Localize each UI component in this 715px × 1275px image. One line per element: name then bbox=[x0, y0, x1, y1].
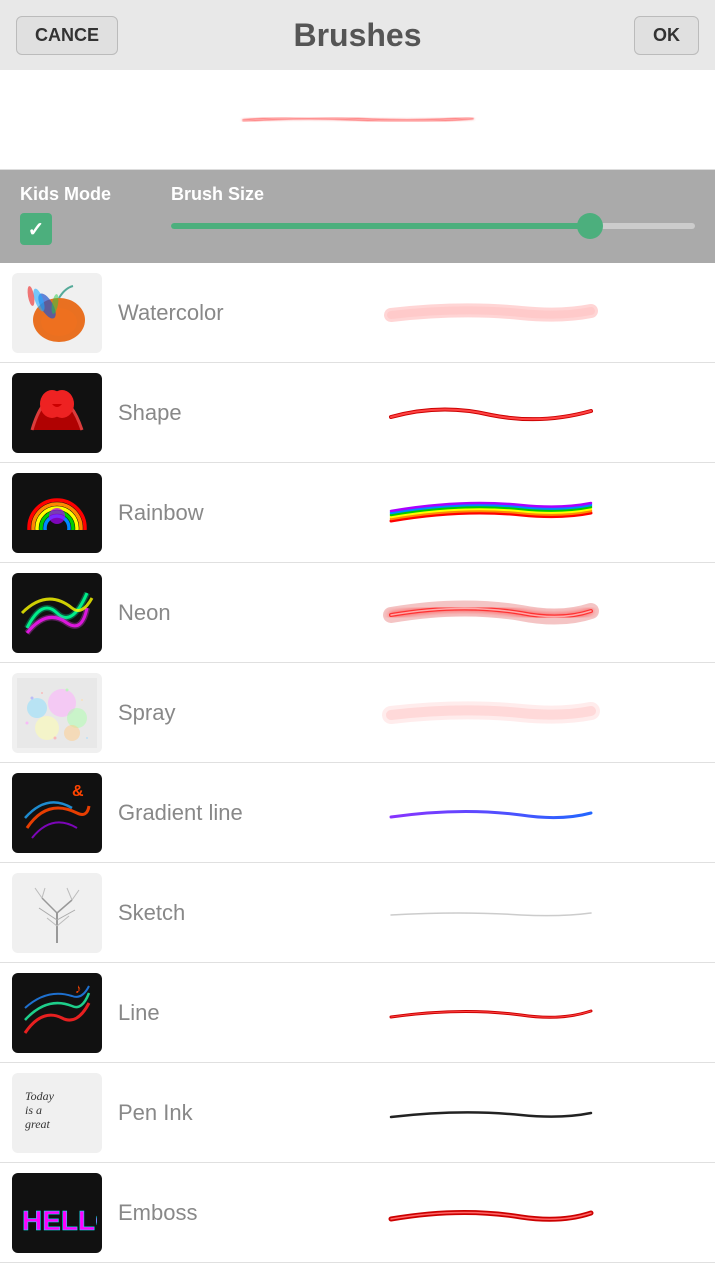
brush-name-emboss: Emboss bbox=[118, 1200, 278, 1226]
brush-name-neon: Neon bbox=[118, 600, 278, 626]
brush-item-shape[interactable]: Shape bbox=[0, 363, 715, 463]
kids-mode-checkbox[interactable] bbox=[20, 213, 52, 245]
brush-name-shape: Shape bbox=[118, 400, 278, 426]
brush-item-rainbow[interactable]: Rainbow bbox=[0, 463, 715, 563]
brush-item-neon[interactable]: Neon bbox=[0, 563, 715, 663]
controls-bar: Kids Mode Brush Size bbox=[0, 170, 715, 263]
brush-item-penink[interactable]: Today is a great Pen Ink bbox=[0, 1063, 715, 1163]
brush-name-spray: Spray bbox=[118, 700, 278, 726]
brush-preview-spray bbox=[278, 683, 703, 743]
brush-preview-neon bbox=[278, 583, 703, 643]
brush-preview-area bbox=[0, 70, 715, 170]
svg-text:is a: is a bbox=[25, 1103, 42, 1117]
brush-name-line: Line bbox=[118, 1000, 278, 1026]
svg-text:♪: ♪ bbox=[75, 981, 82, 996]
cancel-button[interactable]: CANCE bbox=[16, 16, 118, 55]
brush-name-rainbow: Rainbow bbox=[118, 500, 278, 526]
brush-preview-penink bbox=[278, 1083, 703, 1143]
slider-thumb[interactable] bbox=[577, 213, 603, 239]
brush-preview-line bbox=[278, 983, 703, 1043]
brush-thumb-watercolor bbox=[12, 273, 102, 353]
brush-item-line[interactable]: ♪ Line bbox=[0, 963, 715, 1063]
brush-item-watercolor[interactable]: Watercolor bbox=[0, 263, 715, 363]
svg-text:HELLO: HELLO bbox=[22, 1205, 97, 1236]
brush-preview-gradient bbox=[278, 783, 703, 843]
brush-preview-sketch bbox=[278, 883, 703, 943]
brush-size-slider[interactable] bbox=[171, 223, 695, 229]
brush-thumb-sketch bbox=[12, 873, 102, 953]
kids-mode-section: Kids Mode bbox=[20, 184, 111, 245]
slider-fill bbox=[171, 223, 590, 229]
brush-item-emboss[interactable]: HELLO HELLO Emboss bbox=[0, 1163, 715, 1263]
ok-button[interactable]: OK bbox=[634, 16, 699, 55]
brush-thumb-shape bbox=[12, 373, 102, 453]
svg-text:great: great bbox=[25, 1117, 51, 1131]
brush-name-sketch: Sketch bbox=[118, 900, 278, 926]
brush-preview-watercolor bbox=[278, 283, 703, 343]
brush-thumb-emboss: HELLO HELLO bbox=[12, 1173, 102, 1253]
brush-size-label: Brush Size bbox=[171, 184, 695, 205]
brush-thumb-penink: Today is a great bbox=[12, 1073, 102, 1153]
brush-name-penink: Pen Ink bbox=[118, 1100, 278, 1126]
brush-item-spray[interactable]: Spray bbox=[0, 663, 715, 763]
kids-mode-label: Kids Mode bbox=[20, 184, 111, 205]
brush-size-section: Brush Size bbox=[171, 184, 695, 229]
brush-item-sketch[interactable]: Sketch bbox=[0, 863, 715, 963]
brush-thumb-gradient: & bbox=[12, 773, 102, 853]
page-title: Brushes bbox=[293, 17, 421, 54]
brush-thumb-line: ♪ bbox=[12, 973, 102, 1053]
brush-preview-rainbow bbox=[278, 483, 703, 543]
brush-preview-shape bbox=[278, 383, 703, 443]
header: CANCE Brushes OK bbox=[0, 0, 715, 70]
brush-thumb-spray bbox=[12, 673, 102, 753]
svg-text:&: & bbox=[72, 783, 84, 800]
preview-stroke bbox=[18, 113, 698, 127]
brush-thumb-neon bbox=[12, 573, 102, 653]
brush-name-watercolor: Watercolor bbox=[118, 300, 278, 326]
brush-name-gradient: Gradient line bbox=[118, 800, 278, 826]
brush-preview-emboss bbox=[278, 1183, 703, 1243]
brush-list: Watercolor Shape bbox=[0, 263, 715, 1263]
brush-item-gradient[interactable]: & Gradient line bbox=[0, 763, 715, 863]
svg-text:Today: Today bbox=[25, 1089, 55, 1103]
brush-thumb-rainbow bbox=[12, 473, 102, 553]
